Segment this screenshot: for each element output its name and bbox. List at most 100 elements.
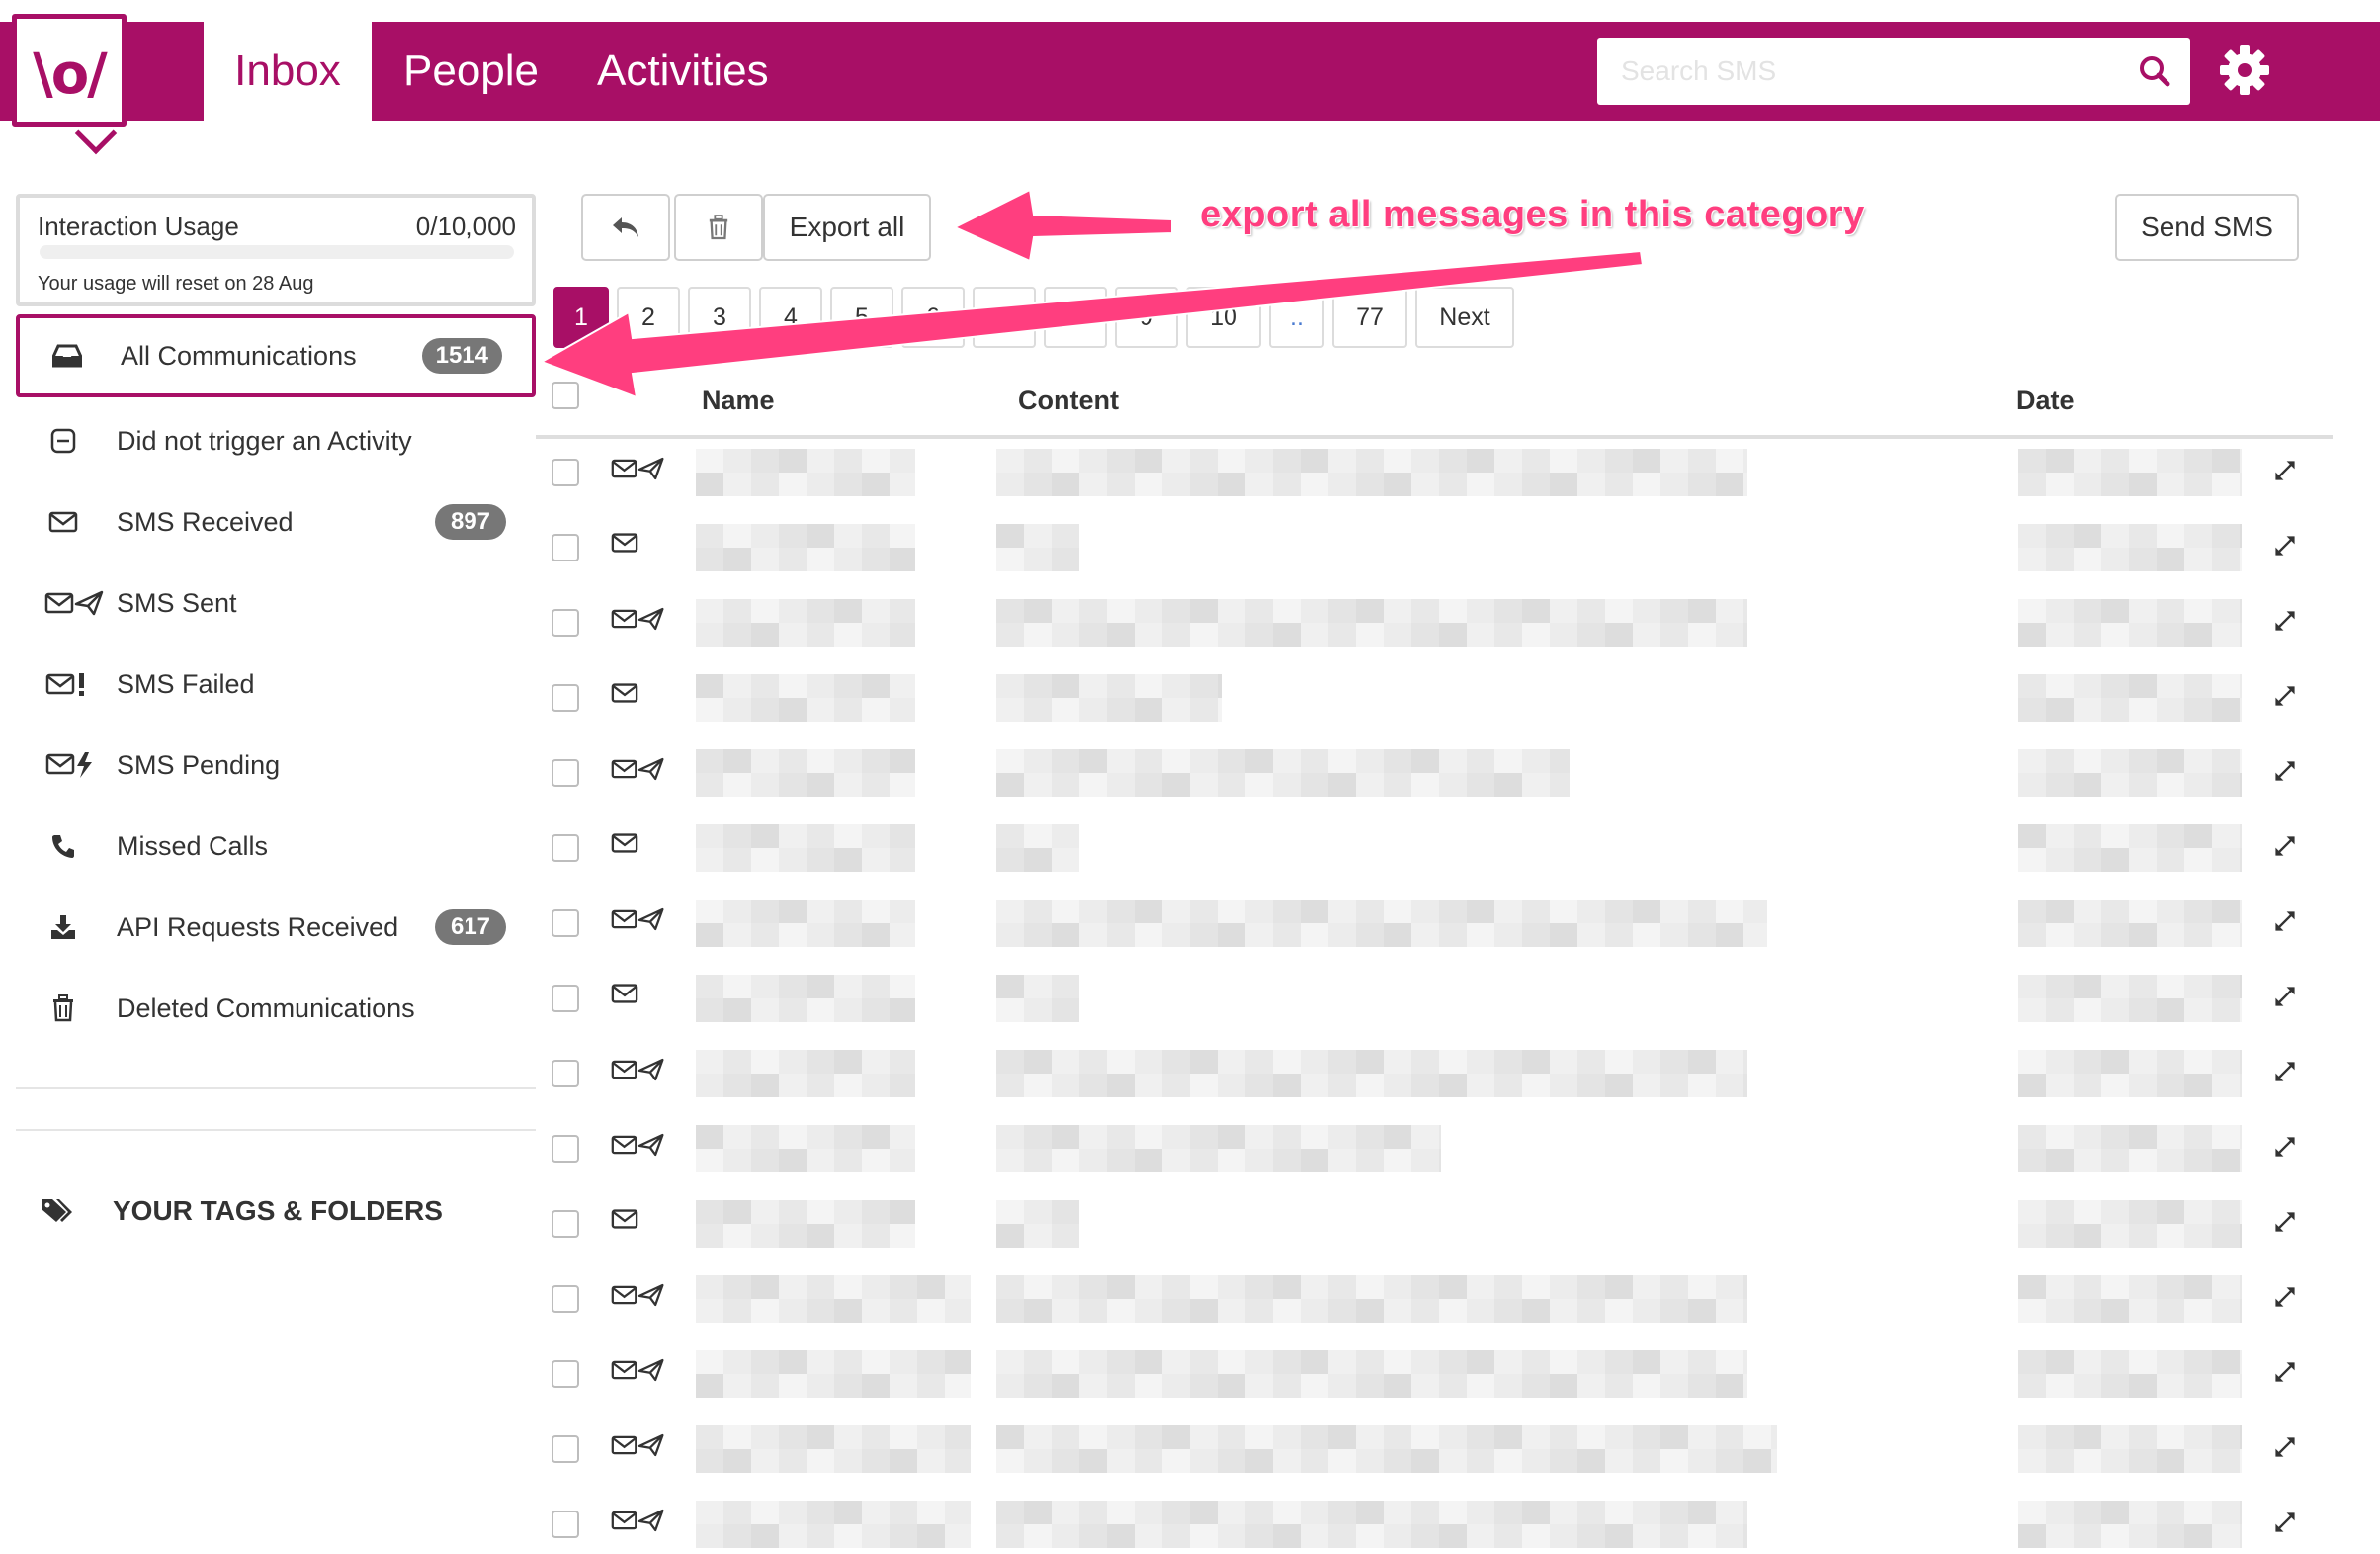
- search-input[interactable]: [1597, 38, 2111, 105]
- nav-tab-inbox[interactable]: Inbox: [204, 22, 372, 121]
- sidebar-item-deleted[interactable]: Deleted Communications: [16, 967, 536, 1050]
- table-row[interactable]: [536, 1416, 2333, 1491]
- expand-icon[interactable]: [2273, 759, 2303, 789]
- column-header-content[interactable]: Content: [1018, 386, 1119, 416]
- expand-icon[interactable]: [2273, 1285, 2303, 1315]
- sidebar-item-did-not-trigger[interactable]: Did not trigger an Activity: [16, 399, 536, 482]
- delete-button[interactable]: [674, 194, 763, 261]
- row-checkbox[interactable]: [552, 1360, 579, 1388]
- expand-icon[interactable]: [2273, 909, 2303, 939]
- expand-icon[interactable]: [2273, 1060, 2303, 1089]
- pagination-page[interactable]: 4: [759, 287, 822, 348]
- row-checkbox[interactable]: [552, 459, 579, 486]
- select-all-checkbox[interactable]: [552, 382, 579, 409]
- envelope-icon: [43, 504, 83, 540]
- pagination-page[interactable]: 77: [1332, 287, 1407, 348]
- column-header-name[interactable]: Name: [702, 386, 775, 416]
- expand-icon[interactable]: [2273, 985, 2303, 1014]
- send-sms-button[interactable]: Send SMS: [2115, 194, 2299, 261]
- pagination-page[interactable]: 8: [1044, 287, 1107, 348]
- usage-progress-bar: [40, 245, 514, 259]
- nav-tab-people[interactable]: People: [403, 22, 539, 121]
- table-row[interactable]: [536, 815, 2333, 890]
- row-checkbox[interactable]: [552, 609, 579, 637]
- table-row[interactable]: [536, 890, 2333, 965]
- row-checkbox[interactable]: [552, 534, 579, 561]
- table-row[interactable]: [536, 1491, 2333, 1554]
- gear-icon[interactable]: [2218, 43, 2271, 97]
- pagination-page[interactable]: 7: [973, 287, 1036, 348]
- annotation-arrow-export: [952, 188, 1173, 263]
- sidebar-item-label: API Requests Received: [117, 911, 399, 942]
- count-badge: 617: [435, 909, 506, 945]
- table-row[interactable]: [536, 1040, 2333, 1115]
- search-icon[interactable]: [2137, 53, 2172, 89]
- expand-icon[interactable]: [2273, 1360, 2303, 1390]
- pagination-page[interactable]: 3: [688, 287, 751, 348]
- table-row[interactable]: [536, 514, 2333, 589]
- export-all-button[interactable]: Export all: [763, 194, 931, 261]
- sidebar-item-sms-pending[interactable]: SMS Pending: [16, 724, 536, 807]
- expand-icon[interactable]: [2273, 834, 2303, 864]
- redacted-content: [996, 749, 1570, 797]
- table-row[interactable]: [536, 439, 2333, 514]
- pagination-page[interactable]: 1: [553, 287, 609, 348]
- expand-icon[interactable]: [2273, 684, 2303, 714]
- envelope-sent-icon: [611, 457, 670, 490]
- count-badge: 897: [435, 504, 506, 540]
- row-checkbox[interactable]: [552, 1285, 579, 1313]
- tags-folders-heading[interactable]: YOUR TAGS & FOLDERS: [40, 1186, 443, 1236]
- row-checkbox[interactable]: [552, 759, 579, 787]
- table-row[interactable]: [536, 664, 2333, 739]
- nav-tab-activities[interactable]: Activities: [597, 22, 769, 121]
- envelope-sent-icon: [611, 1358, 670, 1392]
- sidebar-item-label: Deleted Communications: [117, 993, 415, 1023]
- expand-icon[interactable]: [2273, 534, 2303, 563]
- row-checkbox[interactable]: [552, 1511, 579, 1538]
- pagination-page[interactable]: ..: [1269, 287, 1324, 348]
- column-header-date[interactable]: Date: [2016, 386, 2075, 416]
- sidebar-item-sms-failed[interactable]: SMS Failed: [16, 643, 536, 726]
- sidebar-item-sms-sent[interactable]: SMS Sent: [16, 561, 536, 645]
- row-checkbox[interactable]: [552, 834, 579, 862]
- table-row[interactable]: [536, 1190, 2333, 1265]
- reply-icon: [613, 217, 638, 237]
- redacted-date: [2018, 1501, 2242, 1548]
- pagination-page[interactable]: 6: [901, 287, 965, 348]
- pagination-page[interactable]: 9: [1115, 287, 1178, 348]
- envelope-icon: [611, 983, 670, 1016]
- expand-icon[interactable]: [2273, 1435, 2303, 1465]
- pagination-page[interactable]: 2: [617, 287, 680, 348]
- expand-icon[interactable]: [2273, 459, 2303, 488]
- sidebar-item-all-communications[interactable]: All Communications 1514: [16, 314, 536, 397]
- table-row[interactable]: [536, 1265, 2333, 1340]
- expand-icon[interactable]: [2273, 1210, 2303, 1240]
- row-checkbox[interactable]: [552, 1435, 579, 1463]
- expand-icon[interactable]: [2273, 1135, 2303, 1165]
- envelope-sent-icon: [611, 757, 670, 791]
- reply-button[interactable]: [581, 194, 670, 261]
- expand-icon[interactable]: [2273, 1511, 2303, 1540]
- table-row[interactable]: [536, 1340, 2333, 1416]
- table-row[interactable]: [536, 1115, 2333, 1190]
- row-checkbox[interactable]: [552, 1060, 579, 1087]
- row-checkbox[interactable]: [552, 909, 579, 937]
- pagination-next[interactable]: Next: [1415, 287, 1514, 348]
- row-checkbox[interactable]: [552, 684, 579, 712]
- app-logo[interactable]: \o/: [12, 14, 127, 127]
- expand-icon[interactable]: [2273, 609, 2303, 639]
- row-checkbox[interactable]: [552, 985, 579, 1012]
- row-checkbox[interactable]: [552, 1135, 579, 1163]
- table-row[interactable]: [536, 589, 2333, 664]
- sidebar-item-missed-calls[interactable]: Missed Calls: [16, 805, 536, 888]
- search-box: [1597, 38, 2190, 105]
- pagination-page[interactable]: 10: [1186, 287, 1261, 348]
- table-row[interactable]: [536, 965, 2333, 1040]
- pagination-page[interactable]: 5: [830, 287, 893, 348]
- row-checkbox[interactable]: [552, 1210, 579, 1238]
- sidebar-divider: [16, 1087, 536, 1089]
- redacted-content: [996, 1350, 1747, 1398]
- sidebar-item-api-requests[interactable]: API Requests Received 617: [16, 886, 536, 969]
- sidebar-item-sms-received[interactable]: SMS Received 897: [16, 480, 536, 563]
- table-row[interactable]: [536, 739, 2333, 815]
